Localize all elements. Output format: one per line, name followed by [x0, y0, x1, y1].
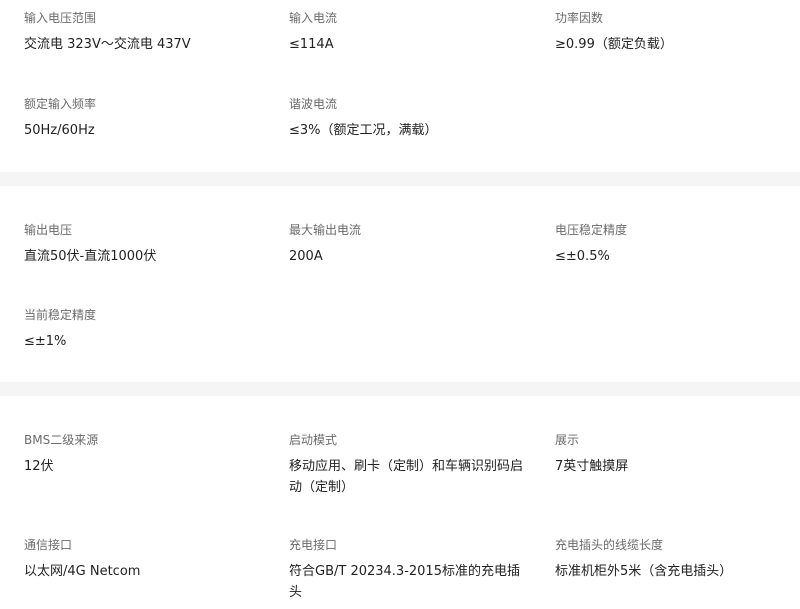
spec-value: 以太网/4G Netcom	[24, 564, 141, 579]
spec-label: 启动模式	[289, 433, 338, 447]
spec-label: 额定输入频率	[24, 97, 97, 111]
spec-label: 输入电流	[289, 11, 338, 25]
spec-value: ≤±0.5%	[555, 249, 610, 264]
spec-label: 展示	[555, 433, 580, 447]
input-specs-section: 输入电压范围 交流电 323V～交流电 437V 输入电流 ≤114A 功率因数…	[0, 0, 800, 172]
spec-charging-cable-length: 充电插头的线缆长度 标准机柜外5米（含充电插头）	[555, 537, 795, 582]
spec-value: ≤114A	[289, 37, 334, 52]
spec-voltage-stability-accuracy: 电压稳定精度 ≤±0.5%	[555, 222, 795, 267]
spec-label: 最大输出电流	[289, 223, 362, 237]
spec-label: 输出电压	[24, 223, 73, 237]
spec-output-voltage: 输出电压 直流50伏-直流1000伏	[24, 222, 264, 267]
spec-value: 直流50伏-直流1000伏	[24, 249, 157, 264]
spec-label: 功率因数	[555, 11, 604, 25]
spec-label: 电压稳定精度	[555, 223, 628, 237]
spec-label: 通信接口	[24, 538, 73, 552]
spec-value: 移动应用、刷卡（定制）和车辆识别码启动（定制）	[289, 459, 524, 495]
spec-label: 输入电压范围	[24, 11, 97, 25]
spec-value: ≥0.99（额定负载）	[555, 37, 673, 52]
section-divider	[0, 382, 800, 396]
spec-value: ≤3%（额定工况，满载）	[289, 123, 438, 138]
spec-label: 当前稳定精度	[24, 308, 97, 322]
spec-value: 交流电 323V～交流电 437V	[24, 37, 191, 52]
spec-rated-input-frequency: 额定输入频率 50Hz/60Hz	[24, 96, 264, 141]
spec-label: BMS二级来源	[24, 433, 99, 447]
spec-value: 符合GB/T 20234.3-2015标准的充电插头	[289, 564, 520, 600]
spec-label: 谐波电流	[289, 97, 338, 111]
spec-input-voltage-range: 输入电压范围 交流电 323V～交流电 437V	[24, 10, 264, 55]
spec-value: 标准机柜外5米（含充电插头）	[555, 564, 733, 579]
spec-display: 展示 7英寸触摸屏	[555, 432, 795, 477]
spec-value: 12伏	[24, 459, 54, 474]
spec-bms-auxiliary-source: BMS二级来源 12伏	[24, 432, 264, 477]
spec-value: ≤±1%	[24, 334, 67, 349]
spec-charging-interface: 充电接口 符合GB/T 20234.3-2015标准的充电插头	[289, 537, 525, 603]
spec-value: 50Hz/60Hz	[24, 123, 95, 138]
output-specs-section: 输出电压 直流50伏-直流1000伏 最大输出电流 200A 电压稳定精度 ≤±…	[0, 186, 800, 382]
spec-input-current: 输入电流 ≤114A	[289, 10, 529, 55]
system-specs-section: BMS二级来源 12伏 启动模式 移动应用、刷卡（定制）和车辆识别码启动（定制）…	[0, 396, 800, 609]
spec-current-stability-accuracy: 当前稳定精度 ≤±1%	[24, 307, 264, 352]
spec-value: 200A	[289, 249, 323, 264]
spec-max-output-current: 最大输出电流 200A	[289, 222, 529, 267]
spec-start-mode: 启动模式 移动应用、刷卡（定制）和车辆识别码启动（定制）	[289, 432, 525, 498]
spec-value: 7英寸触摸屏	[555, 459, 629, 474]
spec-power-factor: 功率因数 ≥0.99（额定负载）	[555, 10, 795, 55]
spec-label: 充电接口	[289, 538, 338, 552]
section-divider	[0, 172, 800, 186]
spec-label: 充电插头的线缆长度	[555, 538, 664, 552]
spec-communication-interface: 通信接口 以太网/4G Netcom	[24, 537, 264, 582]
spec-harmonic-current: 谐波电流 ≤3%（额定工况，满载）	[289, 96, 529, 141]
